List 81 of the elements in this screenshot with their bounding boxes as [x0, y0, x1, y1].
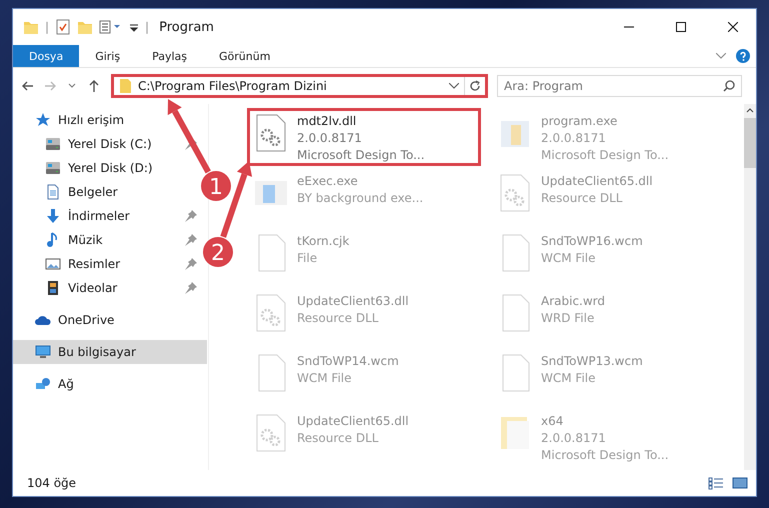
sidebar-item[interactable]: Resimler: [13, 252, 181, 276]
sidebar-item[interactable]: İndirmeler: [13, 204, 181, 228]
file-detail: 2.0.0.8171: [541, 130, 607, 147]
separator-mark: |: [145, 20, 150, 34]
pictures-icon: [45, 256, 61, 272]
refresh-icon[interactable]: [469, 80, 481, 92]
pin-icon: [185, 210, 197, 222]
file-detail: File: [297, 250, 318, 267]
pin-icon: [185, 234, 197, 246]
scrollbar-thumb[interactable]: [744, 118, 756, 168]
file-detail: Resource DLL: [297, 430, 380, 447]
ribbon-tab[interactable]: Dosya: [13, 45, 80, 67]
address-bar[interactable]: C:\Program Files\Program Dizini: [111, 74, 488, 98]
window-title: Program: [159, 20, 215, 34]
forward-icon: [43, 79, 57, 93]
file-name: tKorn.cjk: [297, 233, 350, 250]
file-name: Arabic.wrd: [541, 293, 606, 310]
sidebar-item[interactable]: Videolar: [13, 276, 181, 300]
sidebar-item[interactable]: Bu bilgisayar: [13, 340, 207, 364]
folder-icon: [119, 78, 133, 94]
ribbon-tab[interactable]: Giriş: [79, 45, 136, 67]
file-detail: Resource DLL: [541, 190, 624, 207]
film-icon: [45, 280, 61, 296]
sidebar-item[interactable]: Hızlı erişim: [13, 108, 181, 132]
file-detail: BY background exe...: [297, 190, 424, 207]
file-name: UpdateClient63.dll: [297, 293, 409, 310]
file-detail: Resource DLL: [297, 310, 380, 327]
sidebar-item[interactable]: Yerel Disk (D:): [13, 156, 181, 180]
up-arrow-icon: [87, 79, 101, 93]
file-name: x64: [541, 413, 564, 430]
file-detail: Microsoft Design To...: [297, 147, 425, 164]
maximize-icon: [676, 22, 686, 32]
sidebar-item[interactable]: OneDrive: [13, 308, 181, 332]
file-detail: Microsoft Design To...: [541, 447, 669, 464]
download-arrow-icon: [45, 208, 61, 224]
file-detail: WRD File: [541, 310, 596, 327]
file-name: UpdateClient65.dll: [297, 413, 409, 430]
network-icon: [35, 376, 51, 392]
item-count: 104 öğe: [27, 476, 78, 490]
file-name: SndToWP13.wcm: [541, 353, 643, 370]
sidebar-item[interactable]: Müzik: [13, 228, 181, 252]
back-icon: [21, 79, 35, 93]
sidebar-item[interactable]: Belgeler: [13, 180, 181, 204]
file-name: SndToWP14.wcm: [297, 353, 399, 370]
star-icon: [35, 112, 51, 128]
file-name: program.exe: [541, 113, 618, 130]
search-icon[interactable]: [723, 80, 735, 92]
large-icons-view-icon[interactable]: [732, 476, 748, 490]
file-detail: 2.0.0.8171: [541, 430, 607, 447]
search-field[interactable]: Ara: Program: [497, 75, 742, 97]
properties-icon[interactable]: [55, 19, 72, 35]
file-name: SndToWP16.wcm: [541, 233, 643, 250]
sidebar-item[interactable]: Yerel Disk (C:): [13, 132, 181, 156]
ribbon-tab[interactable]: Paylaş: [136, 45, 203, 67]
file-name: eExec.exe: [297, 173, 359, 190]
file-detail: WCM File: [541, 250, 596, 267]
close-icon: [728, 22, 738, 32]
separator-mark: |: [45, 20, 50, 34]
drive-icon: [45, 136, 61, 152]
pin-icon: [185, 258, 197, 270]
help-icon[interactable]: [736, 49, 750, 63]
pin-icon: [185, 282, 197, 294]
file-detail: Microsoft Design To...: [541, 147, 669, 164]
drive-icon: [45, 160, 61, 176]
chevron-down-icon[interactable]: [449, 83, 459, 89]
file-name: UpdateClient65.dll: [541, 173, 653, 190]
details-view-icon[interactable]: [708, 476, 724, 490]
sidebar-item[interactable]: Ağ: [13, 372, 181, 396]
file-item[interactable]: mdt2lv.dll 2.0.0.8171 Microsoft Design To...: [249, 110, 479, 164]
scrollbar[interactable]: [744, 104, 756, 470]
file-detail: WCM File: [541, 370, 596, 387]
document-icon: [45, 184, 61, 200]
computer-icon: [35, 344, 51, 360]
file-detail: 2.0.0.8171: [297, 130, 363, 147]
step-number-badge: 1: [201, 171, 231, 201]
file-name: mdt2lv.dll: [297, 113, 358, 130]
ribbon-tab[interactable]: Görünüm: [203, 45, 286, 67]
chevron-down-icon[interactable]: [716, 53, 726, 59]
address-path: C:\Program Files\Program Dizini: [138, 79, 328, 93]
step-number-badge: 2: [203, 237, 233, 267]
file-detail: WCM File: [297, 370, 352, 387]
